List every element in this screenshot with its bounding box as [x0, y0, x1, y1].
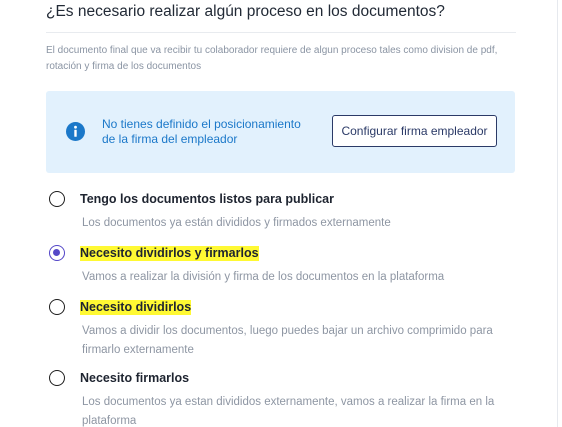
radio-documents-ready[interactable]	[49, 191, 65, 207]
info-icon	[66, 122, 85, 141]
option-label: Tengo los documentos listos para publica…	[80, 192, 334, 206]
document-process-page: ¿Es necesario realizar algún proceso en …	[0, 0, 562, 427]
option-description: Vamos a realizar la división y firma de …	[82, 271, 445, 283]
option-description: Los documentos ya están divididos y firm…	[82, 217, 391, 229]
option-description: Los documentos ya estan divididos extern…	[82, 396, 495, 427]
option-label: Necesito firmarlos	[80, 371, 190, 385]
radio-split-and-sign[interactable]	[49, 245, 65, 261]
radio-split-only[interactable]	[49, 299, 65, 315]
panel-border	[557, 0, 558, 427]
option-label: Necesito dividirlos	[80, 300, 192, 315]
configure-employer-signature-button[interactable]: Configurar firma empleador	[332, 115, 497, 147]
info-message: No tienes definido el posicionamiento de…	[102, 117, 301, 146]
radio-sign-only[interactable]	[49, 370, 65, 386]
signature-info-alert: No tienes definido el posicionamiento de…	[46, 91, 515, 173]
title-divider	[46, 32, 516, 33]
option-label: Necesito dividirlos y firmarlos	[80, 246, 259, 261]
section-title: ¿Es necesario realizar algún proceso en …	[46, 3, 445, 20]
section-description: El documento final que va recibir tu col…	[46, 45, 498, 72]
option-description: Vamos a dividir los documentos, luego pu…	[82, 325, 493, 356]
